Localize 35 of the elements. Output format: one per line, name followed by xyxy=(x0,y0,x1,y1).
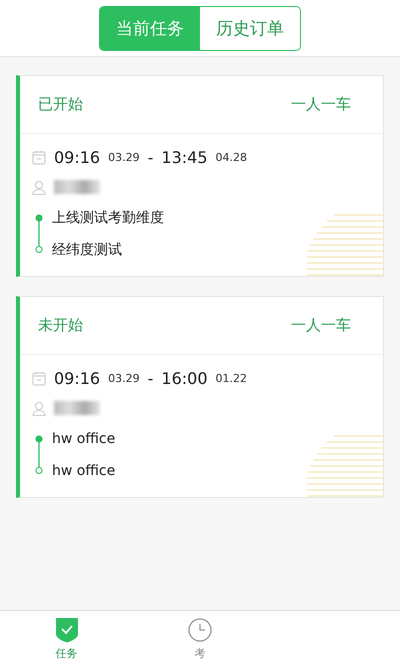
user-icon xyxy=(32,180,46,194)
time-separator: - xyxy=(148,148,154,166)
task-status: 未开始 xyxy=(38,316,83,335)
task-card[interactable]: 已开始 一人一车 09:16 03.29 - 13:45 04.28 上线测试考勤维度 经纬度测试 xyxy=(16,75,384,277)
task-status: 已开始 xyxy=(38,95,83,114)
clock-icon xyxy=(186,616,213,642)
start-time: 09:16 xyxy=(54,148,100,166)
task-type: 一人一车 xyxy=(291,95,351,114)
end-date: 04.28 xyxy=(216,150,247,164)
start-time: 09:16 xyxy=(54,368,100,388)
task-type: 一人一车 xyxy=(291,316,351,335)
end-time: 16:00 xyxy=(161,368,208,388)
bottom-tab[interactable]: 任务 xyxy=(0,611,134,666)
segment-tab[interactable]: 当前任务 xyxy=(100,7,200,50)
user-icon xyxy=(32,400,46,416)
task-card[interactable]: 未开始 一人一车 09:16 03.29 - 16:00 01.22 hw office hw office xyxy=(16,296,384,498)
calendar-icon xyxy=(32,150,46,164)
calendar-icon xyxy=(32,370,46,386)
route-place: hw office xyxy=(52,463,116,479)
start-date: 03.29 xyxy=(108,372,140,384)
route-place: 经纬度测试 xyxy=(52,241,122,259)
redacted-name xyxy=(54,180,100,194)
end-date: 01.22 xyxy=(216,372,247,384)
route-place: 上线测试考勤维度 xyxy=(52,209,164,227)
redacted-name xyxy=(54,401,100,415)
start-date: 03.29 xyxy=(108,150,140,164)
route-place: hw office xyxy=(52,431,116,447)
route-end-icon xyxy=(35,455,43,474)
route-start-icon xyxy=(35,214,43,234)
end-time: 13:45 xyxy=(161,148,208,166)
route-start-icon xyxy=(35,435,43,455)
time-separator: - xyxy=(148,368,154,388)
shield-check-icon xyxy=(54,616,80,642)
bottom-tab[interactable]: 考 xyxy=(133,611,267,666)
route-end-icon xyxy=(35,234,43,253)
